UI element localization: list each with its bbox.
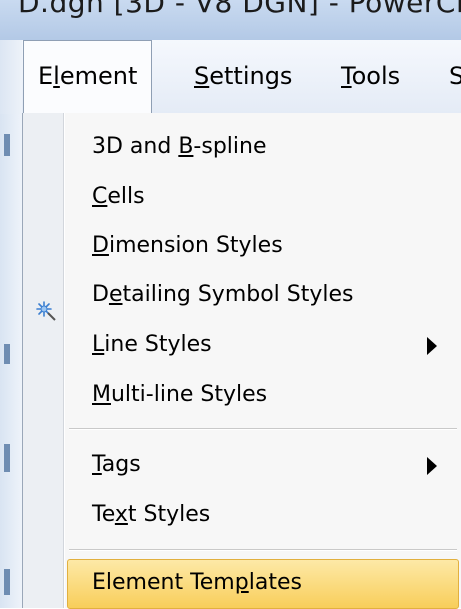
menu-next-partial[interactable]: S — [449, 62, 461, 90]
menu-item-label: 3D and B-spline — [92, 134, 267, 159]
cells-icon — [36, 301, 56, 321]
menu-element-text-b: ement — [59, 62, 138, 90]
strip-tick — [4, 444, 10, 472]
menu-item-tags[interactable]: Tags — [65, 440, 461, 492]
window-title: D.dgn [3D - V8 DGN] - PowerCivil — [18, 0, 461, 19]
menu-item-text-styles[interactable]: Text Styles — [65, 490, 461, 542]
menu-element-text-a: E — [38, 62, 54, 90]
menu-item-detailing-symbol-styles[interactable]: Detailing Symbol Styles — [65, 270, 461, 322]
strip-tick — [4, 344, 10, 364]
menu-item-cells[interactable]: Cells — [65, 172, 461, 224]
menu-item-label: Line Styles — [92, 332, 212, 357]
menu-item-label: Multi-line Styles — [92, 382, 268, 407]
menu-tools[interactable]: Tools — [341, 62, 400, 90]
menu-element-mnemonic: l — [53, 62, 60, 90]
submenu-arrow-icon — [427, 457, 437, 475]
menu-item-3d-bspline[interactable]: 3D and B-spline — [65, 122, 461, 174]
strip-tick — [4, 569, 10, 595]
menu-item-label: Element Templates — [92, 570, 302, 595]
menu-item-label: Text Styles — [92, 502, 211, 527]
menu-next-partial-text: S — [449, 62, 461, 90]
app-side-strip — [0, 114, 23, 608]
menu-icon-gutter — [23, 113, 64, 608]
menu-item-line-styles[interactable]: Line Styles — [65, 320, 461, 372]
menu-tools-mnemonic: T — [341, 62, 352, 90]
menu-item-label: Tags — [92, 452, 141, 477]
menu-element[interactable]: Element — [23, 40, 153, 114]
menu-item-dimension-styles[interactable]: Dimension Styles — [65, 221, 461, 273]
menu-item-label: Dimension Styles — [92, 233, 283, 258]
menu-tools-text: ools — [351, 62, 401, 90]
menu-settings-mnemonic: S — [194, 62, 210, 90]
strip-tick — [4, 134, 10, 156]
menu-separator — [69, 549, 457, 551]
menu-item-multi-line-styles[interactable]: Multi-line Styles — [65, 370, 461, 422]
menu-item-label: Detailing Symbol Styles — [92, 282, 354, 307]
menu-separator — [69, 428, 457, 430]
submenu-arrow-icon — [427, 337, 437, 355]
title-bar: D.dgn [3D - V8 DGN] - PowerCivil — [0, 0, 461, 40]
menu-item-element-templates[interactable]: Element Templates — [67, 559, 459, 609]
element-dropdown-menu: 3D and B-spline Cells Dimension Styles D… — [22, 113, 461, 609]
menu-bar-edge — [0, 40, 22, 114]
menu-item-label: Cells — [92, 184, 145, 209]
menu-settings[interactable]: Settings — [194, 62, 292, 90]
menu-bar: Element Settings Tools S — [0, 40, 461, 115]
menu-settings-text: ettings — [209, 62, 293, 90]
